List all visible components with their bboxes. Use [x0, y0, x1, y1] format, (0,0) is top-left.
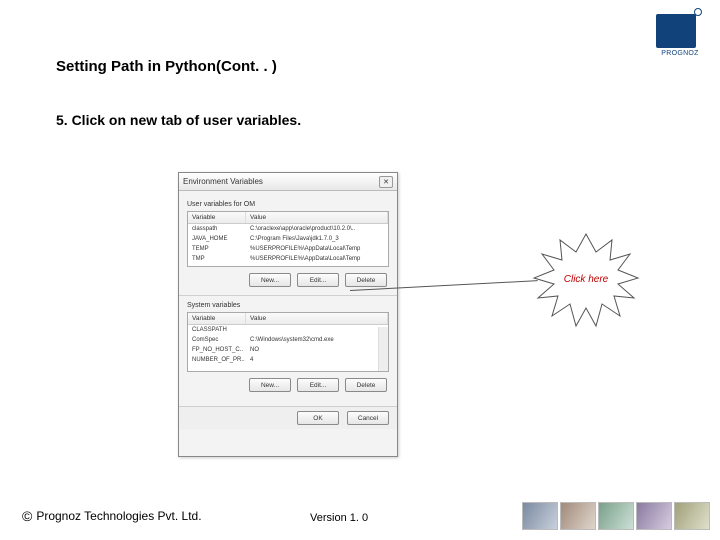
callout-label: Click here — [530, 274, 642, 285]
column-header-value: Value — [246, 313, 388, 324]
system-edit-button[interactable]: Edit... — [297, 378, 339, 392]
user-delete-button[interactable]: Delete — [345, 273, 387, 287]
column-header-value: Value — [246, 212, 388, 223]
table-row[interactable]: ComSpecC:\Windows\system32\cmd.exe — [188, 335, 388, 345]
footer-thumbnail — [598, 502, 634, 530]
ok-button[interactable]: OK — [297, 411, 339, 425]
page-title: Setting Path in Python(Cont. . ) — [56, 58, 277, 75]
copyright-icon: © — [22, 508, 32, 524]
user-vars-label: User variables for OM — [187, 201, 389, 208]
column-header-variable: Variable — [188, 313, 246, 324]
column-header-variable: Variable — [188, 212, 246, 223]
footer-version: Version 1. 0 — [310, 512, 368, 524]
callout-starburst: Click here — [530, 232, 642, 332]
dialog-titlebar: Environment Variables ✕ — [179, 173, 397, 191]
table-row[interactable]: JAVA_HOMEC:\Program Files\Java\jdk1.7.0_… — [188, 234, 388, 244]
dialog-title: Environment Variables — [183, 177, 263, 186]
environment-variables-dialog: Environment Variables ✕ User variables f… — [178, 172, 398, 457]
system-new-button[interactable]: New... — [249, 378, 291, 392]
table-row[interactable]: CLASSPATH — [188, 325, 388, 335]
table-row[interactable]: TEMP%USERPROFILE%\AppData\Local\Temp — [188, 244, 388, 254]
footer-thumbnail — [636, 502, 672, 530]
footer-thumbnail — [674, 502, 710, 530]
footer-thumbnail — [560, 502, 596, 530]
table-row[interactable]: TMP%USERPROFILE%\AppData\Local\Temp — [188, 254, 388, 264]
brand-name: PROGNOZ — [656, 50, 704, 57]
user-vars-list[interactable]: Variable Value classpathC:\oraclexe\app\… — [187, 211, 389, 267]
table-row[interactable]: classpathC:\oraclexe\app\oracle\product\… — [188, 224, 388, 234]
step-instruction: 5. Click on new tab of user variables. — [56, 112, 301, 128]
close-button[interactable]: ✕ — [379, 176, 393, 188]
footer-copyright: © Prognoz Technologies Pvt. Ltd. — [22, 508, 202, 524]
footer-thumbnail-strip — [522, 502, 710, 530]
table-row[interactable]: NUMBER_OF_PR..4 — [188, 355, 388, 365]
table-row[interactable]: FP_NO_HOST_C..NO — [188, 345, 388, 355]
system-vars-list[interactable]: Variable Value CLASSPATH ComSpecC:\Windo… — [187, 312, 389, 372]
company-name: Prognoz Technologies Pvt. Ltd. — [36, 509, 201, 523]
system-vars-label: System variables — [187, 302, 389, 309]
footer-thumbnail — [522, 502, 558, 530]
brand-mark — [656, 14, 696, 48]
system-delete-button[interactable]: Delete — [345, 378, 387, 392]
cancel-button[interactable]: Cancel — [347, 411, 389, 425]
brand-logo: PROGNOZ — [656, 14, 704, 62]
scrollbar[interactable] — [378, 327, 388, 371]
user-edit-button[interactable]: Edit... — [297, 273, 339, 287]
user-new-button[interactable]: New... — [249, 273, 291, 287]
